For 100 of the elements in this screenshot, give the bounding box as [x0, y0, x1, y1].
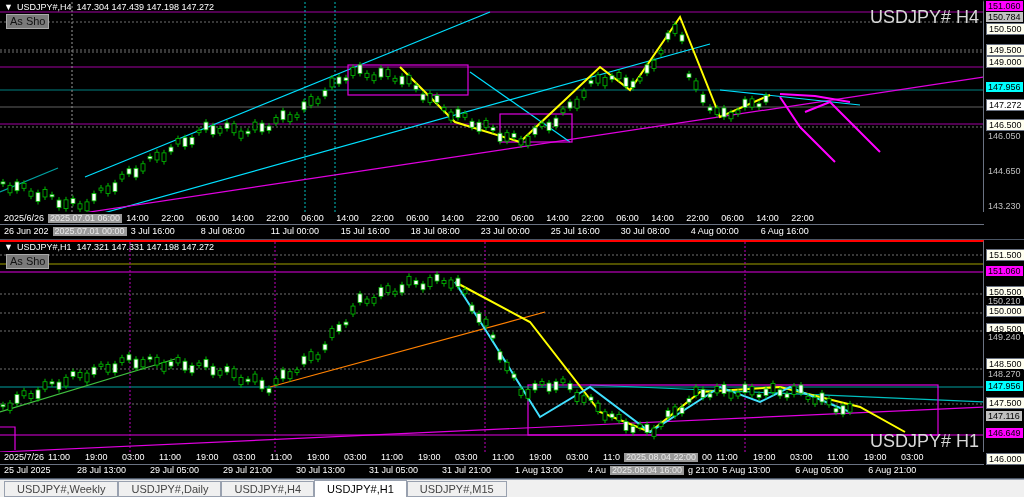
chart-header: USDJPY#,H1 147.321 147.331 147.198 147.272	[16, 242, 215, 252]
price-label: 146.649	[986, 427, 1023, 438]
time-label: 28 Jul 13:00	[77, 466, 128, 475]
time-label: 2025.08.04 22:00	[623, 453, 698, 462]
time-label: 19:00	[196, 453, 220, 462]
chart-header: USDJPY#,H4 147.304 147.439 147.198 147.272	[16, 3, 215, 12]
price-label: 147.272	[986, 99, 1024, 111]
price-label: 147.116	[986, 410, 1022, 421]
time-label: 15 Jul 16:00	[340, 226, 391, 236]
price-label: 149.000	[986, 56, 1024, 68]
time-label: 22:00	[266, 213, 290, 223]
price-label: 149.500	[986, 44, 1024, 56]
time-label: 2025/6/26	[4, 213, 45, 223]
time-label: 31 Jul 05:00	[369, 466, 420, 475]
time-label: 4 Aug 00:00	[690, 226, 740, 236]
time-label: 19:00	[529, 453, 553, 462]
time-label: 22:00	[686, 213, 710, 223]
time-label: 14:00	[336, 213, 360, 223]
time-label: 03:00	[901, 453, 925, 462]
time-label: 14:00	[546, 213, 570, 223]
time-label: 30 Jul 13:00	[296, 466, 347, 475]
price-label: 151.500	[986, 248, 1024, 261]
symbol-label: USDJPY# H1	[869, 431, 979, 450]
time-label: 06:00	[406, 213, 430, 223]
time-label: 22:00	[371, 213, 395, 223]
time-label: 06:00	[301, 213, 325, 223]
time-label: 26 Jun 202	[4, 226, 49, 236]
chart-tab[interactable]: USDJPY#,H1	[314, 480, 407, 497]
time-label: 14:00	[231, 213, 255, 223]
price-label: 146.000	[986, 452, 1024, 465]
price-label: 151.060	[986, 1, 1023, 11]
time-label: 14:00	[441, 213, 465, 223]
time-label: 30 Jul 08:00	[620, 226, 671, 236]
price-label: 150.784	[986, 12, 1023, 22]
price-label: 148.270	[986, 368, 1023, 379]
time-label: 6 Aug 05:00	[795, 466, 845, 475]
time-label: 11:0	[603, 453, 620, 462]
time-label: 22:00	[581, 213, 605, 223]
time-label: 5 Aug 13:00	[722, 466, 772, 475]
price-label: 150.500	[986, 285, 1024, 298]
time-label: 11:00	[48, 453, 71, 462]
time-label: 6 Aug 16:00	[760, 226, 810, 236]
time-label: 19:00	[753, 453, 777, 462]
time-label: 6 Aug 21:00	[868, 466, 918, 475]
as-shown-button[interactable]: As Sho	[6, 14, 50, 29]
time-label: 14:00	[651, 213, 675, 223]
price-label: 146.050	[986, 131, 1023, 141]
price-label: 151.060	[986, 265, 1023, 276]
time-label: 03:00	[455, 453, 479, 462]
time-label: 03:00	[344, 453, 368, 462]
time-label: 22:00	[476, 213, 500, 223]
time-label: 2025.08.04 16:00	[610, 466, 685, 475]
time-label: 31 Jul 21:00	[442, 466, 493, 475]
time-label: 29 Jul 21:00	[223, 466, 274, 475]
time-label: 22:00	[161, 213, 185, 223]
time-label: 4 Au	[588, 466, 607, 475]
collapse-arrow[interactable]: ▼	[4, 3, 13, 12]
price-label: 150.500	[986, 23, 1024, 35]
time-label: 11:00	[159, 453, 182, 462]
price-label: 146.500	[986, 119, 1024, 131]
time-label: 06:00	[511, 213, 535, 223]
time-label: 03:00	[790, 453, 814, 462]
time-label: 19:00	[418, 453, 442, 462]
time-label: 3 Jul 16:00	[130, 226, 176, 236]
time-label: 00	[702, 453, 712, 462]
time-label: 03:00	[566, 453, 590, 462]
price-label: 143.230	[986, 201, 1023, 211]
as-shown-button[interactable]: As Sho	[6, 253, 50, 269]
time-label: 11:00	[270, 453, 293, 462]
time-label: 11 Jul 00:00	[270, 226, 320, 236]
price-label: 150.210	[986, 295, 1023, 306]
time-label: 11:00	[381, 453, 404, 462]
time-label: 2025.07.01 06:00	[48, 213, 123, 223]
time-label: 22:00	[791, 213, 815, 223]
symbol-label: USDJPY# H4	[869, 8, 979, 26]
time-label: 29 Jul 05:00	[150, 466, 201, 475]
collapse-arrow[interactable]: ▼	[4, 242, 13, 252]
time-label: 19:00	[85, 453, 109, 462]
chart-tab[interactable]: USDJPY#,Weekly	[4, 481, 119, 497]
time-label: 19:00	[307, 453, 331, 462]
chart-tab[interactable]: USDJPY#,M15	[406, 481, 507, 497]
chart-tab[interactable]: USDJPY#,H4	[221, 481, 315, 497]
price-label: 147.956	[986, 380, 1023, 391]
time-label: 18 Jul 08:00	[410, 226, 461, 236]
time-label: 23 Jul 00:00	[480, 226, 531, 236]
price-label: 147.500	[986, 396, 1024, 409]
price-label: 149.240	[986, 331, 1023, 342]
time-label: 11:00	[716, 453, 739, 462]
trend-line	[0, 167, 59, 193]
time-label: 03:00	[233, 453, 257, 462]
time-label: 19:00	[864, 453, 888, 462]
time-label: 06:00	[721, 213, 745, 223]
price-label: 147.956	[986, 82, 1023, 92]
time-label: 2025/7/26	[4, 453, 45, 462]
time-label: 25 Jul 16:00	[550, 226, 601, 236]
time-label: 1 Aug 13:00	[515, 466, 565, 475]
chart-tab[interactable]: USDJPY#,Daily	[118, 481, 222, 497]
time-label: g 21:00	[688, 466, 719, 475]
time-label: 14:00	[126, 213, 150, 223]
time-label: 11:00	[827, 453, 850, 462]
